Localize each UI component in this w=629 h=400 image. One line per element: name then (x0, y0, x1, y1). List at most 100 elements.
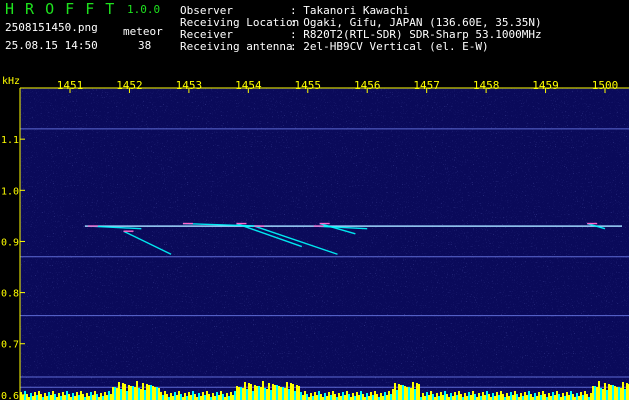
signal-bar (502, 394, 504, 400)
signal-bar (488, 394, 490, 400)
signal-bar (116, 388, 118, 400)
app-version: 1.0.0 (127, 3, 161, 16)
x-tick-label: 1455 (295, 79, 322, 92)
x-tick-label: 1458 (473, 79, 500, 92)
signal-bar (410, 388, 412, 400)
signal-bar (214, 396, 216, 400)
signal-bar (480, 396, 482, 400)
signal-bar (176, 395, 178, 400)
signal-bar (164, 391, 166, 400)
signal-bar (64, 395, 66, 400)
signal-bar (520, 393, 522, 400)
signal-bar (550, 396, 552, 400)
signal-bar (144, 390, 146, 400)
signal-bar (310, 393, 312, 400)
noise-texture (20, 88, 629, 400)
signal-bar (32, 396, 34, 400)
signal-bar (174, 392, 176, 400)
signal-bar (130, 386, 132, 400)
signal-bar (300, 392, 302, 400)
signal-bar (74, 396, 76, 400)
signal-bar (428, 395, 430, 400)
signal-bar (606, 390, 608, 400)
signal-bar (558, 394, 560, 400)
signal-bar (404, 386, 406, 400)
signal-bar (194, 394, 196, 400)
signal-bar (412, 382, 414, 400)
signal-bar (94, 391, 96, 400)
signal-bar (340, 396, 342, 400)
signal-bar (96, 394, 98, 400)
signal-bar (152, 386, 154, 400)
signal-bar (326, 396, 328, 400)
signal-bar (314, 392, 316, 400)
signal-bar (382, 396, 384, 400)
signal-bar (36, 395, 38, 400)
signal-bar (216, 392, 218, 400)
signal-bar (192, 391, 194, 400)
signal-bar (80, 391, 82, 400)
signal-bar (292, 384, 294, 400)
signal-bar (384, 392, 386, 400)
signal-bar (442, 395, 444, 400)
signal-bar (522, 396, 524, 400)
signal-bar (114, 387, 116, 400)
timestamp: 25.08.15 14:50 (5, 39, 98, 52)
signal-bar (508, 396, 510, 400)
signal-bar (396, 390, 398, 400)
signal-bar (408, 387, 410, 400)
signal-bar (180, 394, 182, 400)
signal-bar (436, 393, 438, 400)
x-tick-label: 1456 (354, 79, 381, 92)
signal-bar (324, 393, 326, 400)
signal-bar (506, 393, 508, 400)
signal-bar (296, 385, 298, 400)
signal-bar (312, 396, 314, 400)
signal-bar (38, 391, 40, 400)
signal-bar (622, 382, 624, 400)
signal-bar (212, 393, 214, 400)
signal-bar (598, 381, 600, 400)
signal-bar (386, 395, 388, 400)
signal-bar (534, 393, 536, 400)
signal-bar (338, 393, 340, 400)
signal-bar (438, 396, 440, 400)
signal-bar (562, 393, 564, 400)
signal-bar (306, 394, 308, 400)
signal-bar (288, 389, 290, 400)
signal-bar (510, 392, 512, 400)
y-unit-label: kHz (2, 76, 20, 87)
header-panel: H R O F F T 1.0.0 2508151450.png meteor … (0, 0, 629, 74)
signal-bar (494, 396, 496, 400)
signal-bar (430, 391, 432, 400)
signal-bar (132, 386, 134, 400)
signal-bar (58, 393, 60, 400)
signal-bar (222, 394, 224, 400)
spectrogram-chart: 1451 1452 1453 1454 1455 1456 1457 1458 1459 1500… (1, 76, 629, 400)
signal-bar (376, 394, 378, 400)
signal-bar (242, 388, 244, 400)
signal-bar (580, 392, 582, 400)
signal-bar (278, 386, 280, 400)
signal-bar (482, 392, 484, 400)
signal-bar (146, 384, 148, 400)
signal-bar (542, 391, 544, 400)
signal-bar (254, 385, 256, 400)
signal-bar (596, 387, 598, 400)
x-tick-label: 1459 (532, 79, 559, 92)
signal-bar (586, 394, 588, 400)
signal-bar (260, 387, 262, 400)
signal-bar (154, 387, 156, 400)
signal-bar (334, 394, 336, 400)
signal-bar (286, 382, 288, 400)
signal-bar (46, 396, 48, 400)
signal-bar (126, 391, 128, 400)
signal-bar (342, 392, 344, 400)
signal-bar (76, 392, 78, 400)
signal-bar (166, 394, 168, 400)
y-tick-label: 0.8 (1, 289, 19, 300)
signal-bar (100, 393, 102, 400)
signal-bar (354, 396, 356, 400)
signal-bar (252, 391, 254, 400)
signal-bar (474, 394, 476, 400)
